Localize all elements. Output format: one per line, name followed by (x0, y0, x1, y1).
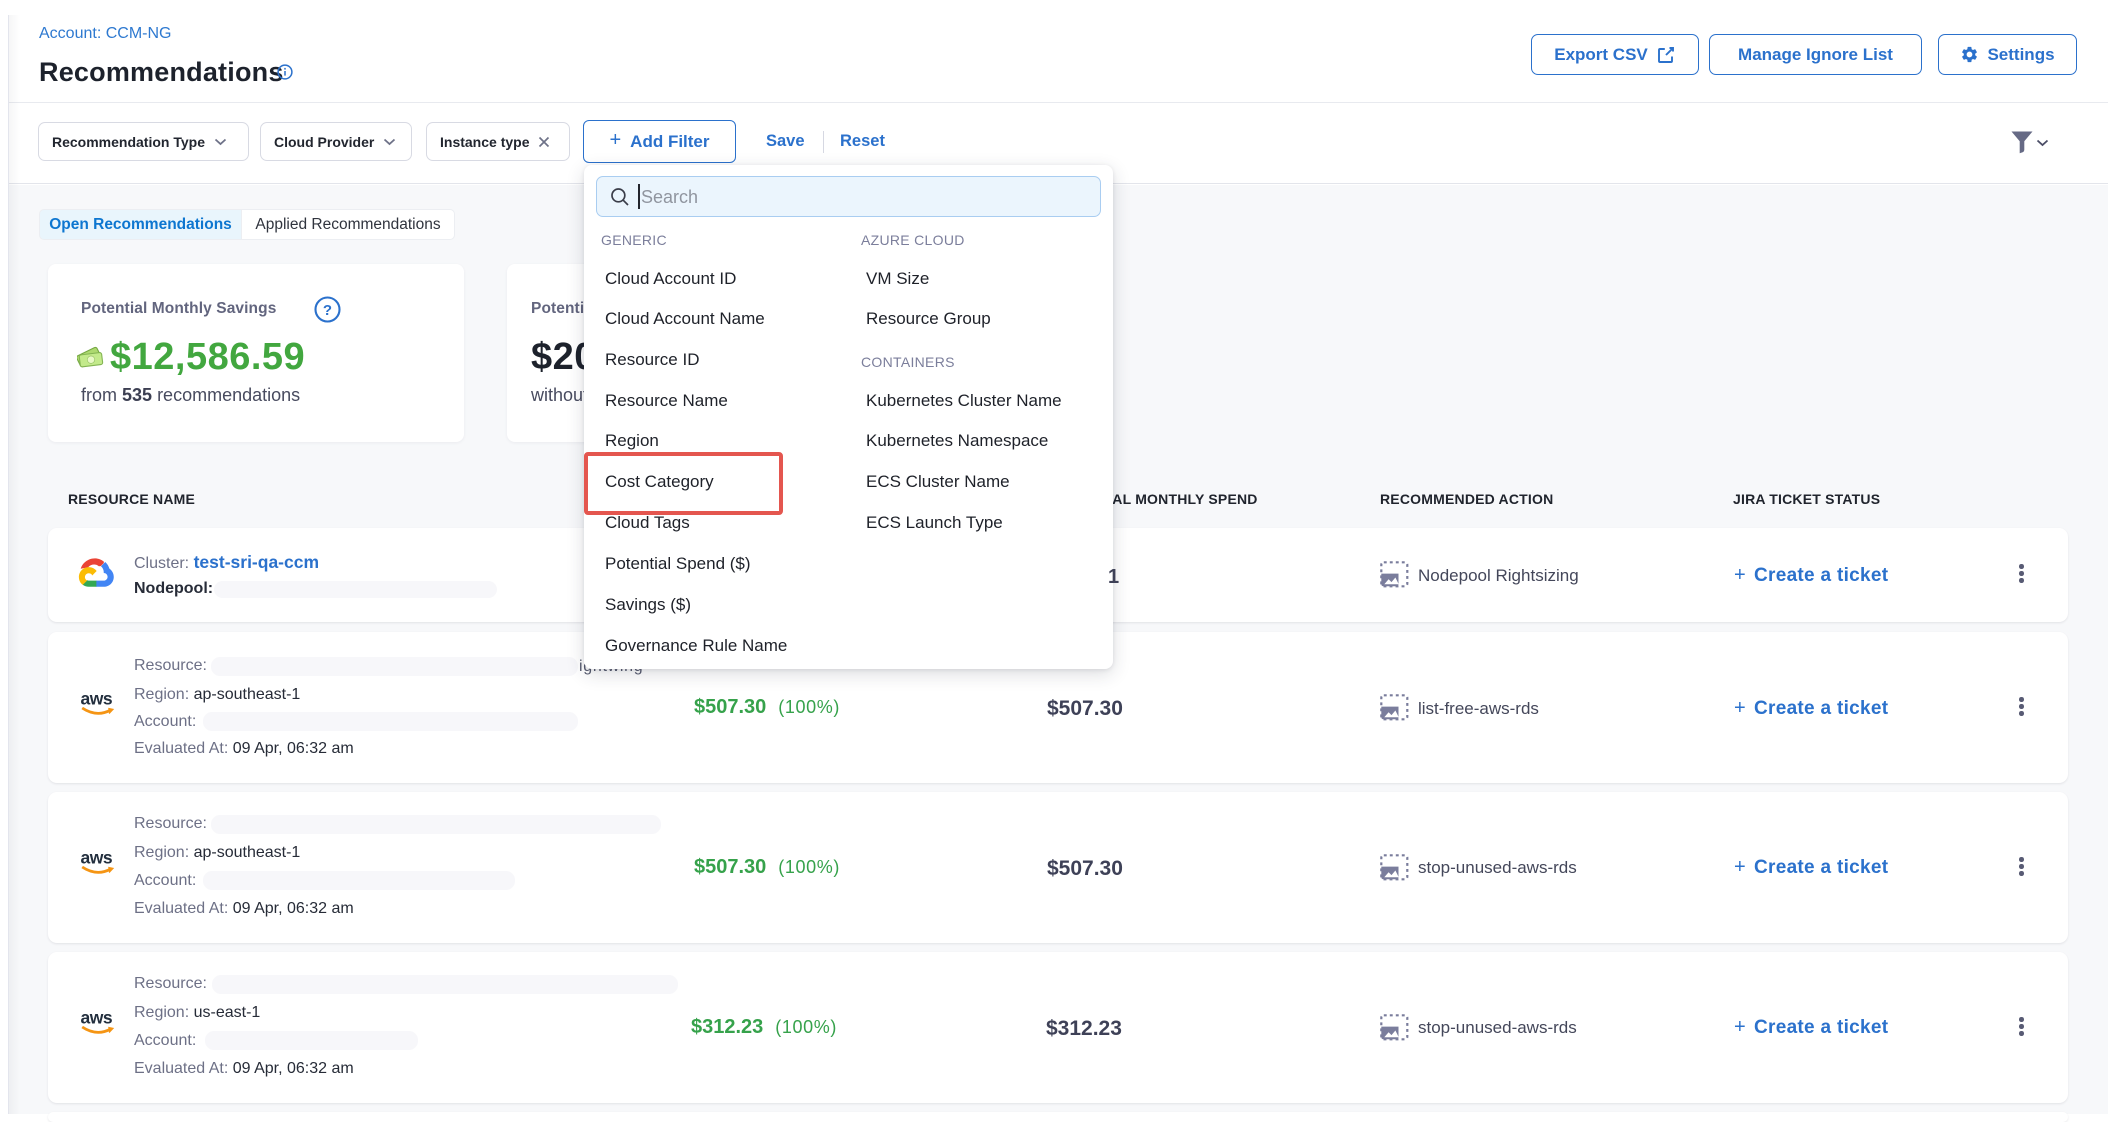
svg-text:?: ? (323, 302, 332, 319)
svg-text:aws: aws (81, 1010, 113, 1028)
svg-text:aws: aws (81, 691, 113, 709)
svg-text:aws: aws (81, 850, 113, 868)
